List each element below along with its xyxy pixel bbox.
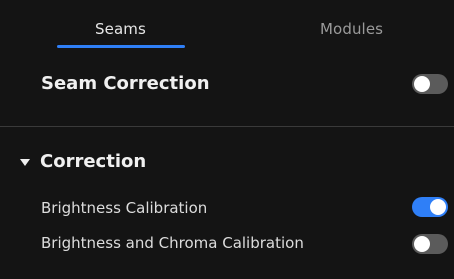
tab-seams[interactable]: Seams — [95, 20, 146, 38]
brightness-chroma-calibration-label: Brightness and Chroma Calibration — [41, 234, 304, 252]
brightness-calibration-label: Brightness Calibration — [41, 199, 208, 217]
tab-bar: Seams Modules — [0, 0, 454, 50]
caret-down-icon — [20, 158, 30, 166]
seam-correction-label: Seam Correction — [41, 73, 210, 94]
toggle-knob — [414, 236, 430, 252]
divider — [0, 126, 454, 127]
seams-panel: Seams Modules Seam Correction Correction… — [0, 0, 454, 279]
correction-section-header[interactable]: Correction — [20, 150, 146, 172]
correction-section-title: Correction — [40, 150, 147, 172]
toggle-knob — [414, 76, 430, 92]
active-tab-indicator — [57, 45, 185, 48]
toggle-knob — [430, 199, 446, 215]
brightness-calibration-toggle[interactable] — [412, 197, 448, 217]
seam-correction-toggle[interactable] — [412, 74, 448, 94]
tab-modules[interactable]: Modules — [320, 20, 383, 38]
brightness-chroma-calibration-toggle[interactable] — [412, 234, 448, 254]
